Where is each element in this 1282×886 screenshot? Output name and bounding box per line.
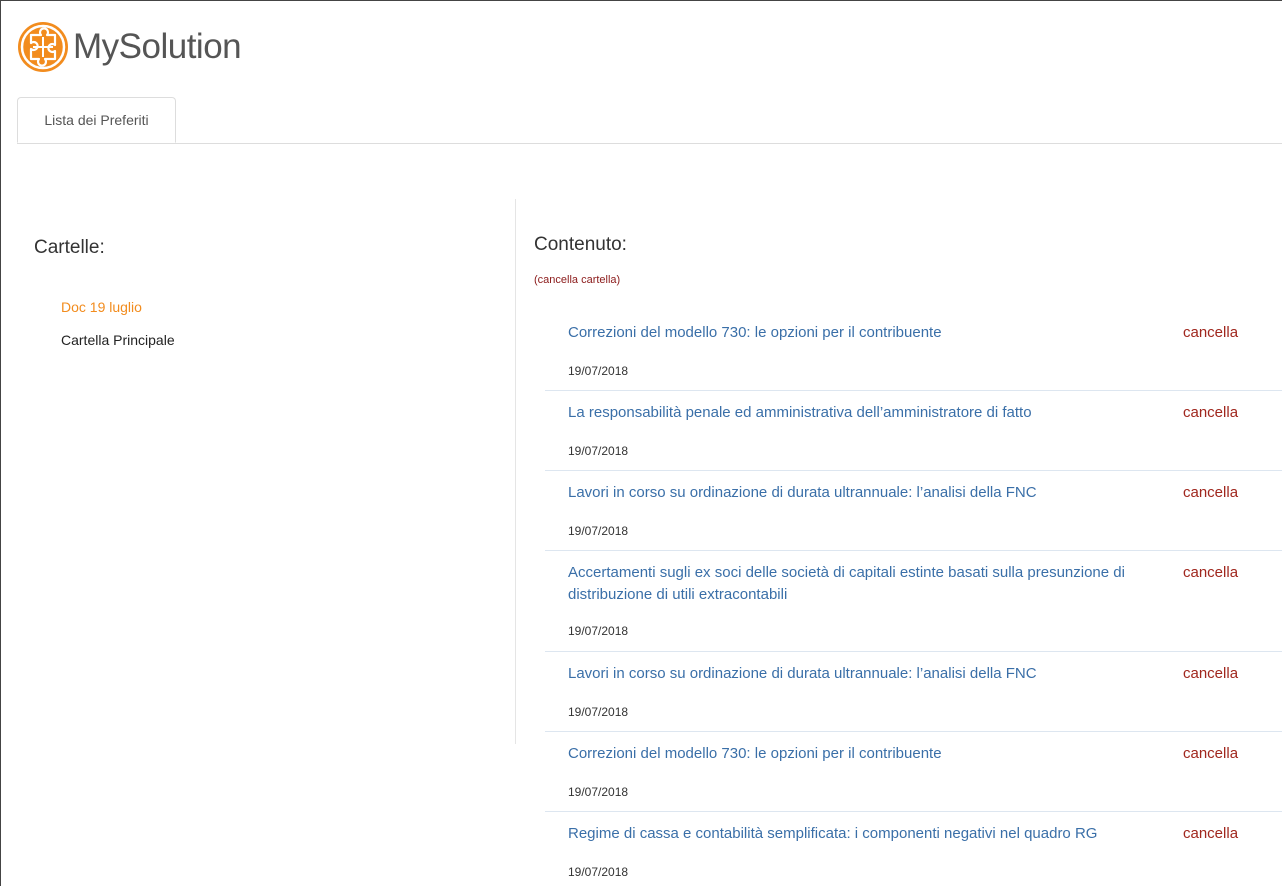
column-divider bbox=[515, 199, 516, 744]
list-item: La responsabilità penale ed amministrati… bbox=[545, 391, 1282, 471]
page-frame: MySolution Lista dei Preferiti Cartelle:… bbox=[0, 0, 1282, 886]
list-item: Correzioni del modello 730: le opzioni p… bbox=[545, 732, 1282, 812]
item-title-link[interactable]: Accertamenti sugli ex soci delle società… bbox=[568, 562, 1128, 606]
item-title-link[interactable]: Correzioni del modello 730: le opzioni p… bbox=[568, 322, 1128, 344]
puzzle-logo-icon bbox=[18, 22, 68, 72]
delete-item-link[interactable]: cancella bbox=[1183, 663, 1238, 685]
item-title-link[interactable]: Regime di cassa e contabilità semplifica… bbox=[568, 823, 1128, 845]
list-item: Regime di cassa e contabilità semplifica… bbox=[545, 812, 1282, 886]
item-date: 19/07/2018 bbox=[568, 624, 629, 638]
folder-item-doc-19-luglio[interactable]: Doc 19 luglio bbox=[61, 297, 175, 317]
delete-item-link[interactable]: cancella bbox=[1183, 743, 1238, 765]
list-item: Correzioni del modello 730: le opzioni p… bbox=[545, 311, 1282, 391]
list-item: Accertamenti sugli ex soci delle società… bbox=[545, 551, 1282, 652]
item-title-link[interactable]: Lavori in corso su ordinazione di durata… bbox=[568, 482, 1128, 504]
favorites-list: Correzioni del modello 730: le opzioni p… bbox=[545, 311, 1282, 886]
content-title: Contenuto: bbox=[534, 234, 627, 255]
delete-item-link[interactable]: cancella bbox=[1183, 562, 1238, 584]
delete-folder-link[interactable]: (cancella cartella) bbox=[534, 274, 620, 286]
delete-item-link[interactable]: cancella bbox=[1183, 402, 1238, 424]
brand-name: MySolution bbox=[73, 27, 242, 66]
content-panel: Contenuto: (cancella cartella) Correzion… bbox=[534, 201, 1282, 886]
list-item: Lavori in corso su ordinazione di durata… bbox=[545, 471, 1282, 551]
delete-item-link[interactable]: cancella bbox=[1183, 322, 1238, 344]
item-date: 19/07/2018 bbox=[568, 785, 629, 799]
folders-title: Cartelle: bbox=[34, 237, 105, 258]
item-date: 19/07/2018 bbox=[568, 364, 629, 378]
item-date: 19/07/2018 bbox=[568, 865, 629, 879]
delete-item-link[interactable]: cancella bbox=[1183, 823, 1238, 845]
tab-bar: Lista dei Preferiti bbox=[17, 97, 1282, 144]
folder-item-cartella-principale[interactable]: Cartella Principale bbox=[61, 330, 175, 350]
list-item: Lavori in corso su ordinazione di durata… bbox=[545, 652, 1282, 732]
item-date: 19/07/2018 bbox=[568, 524, 629, 538]
folders-panel: Cartelle: Doc 19 luglio Cartella Princip… bbox=[34, 201, 514, 743]
item-title-link[interactable]: Correzioni del modello 730: le opzioni p… bbox=[568, 743, 1128, 765]
item-title-link[interactable]: La responsabilità penale ed amministrati… bbox=[568, 402, 1128, 424]
item-date: 19/07/2018 bbox=[568, 444, 629, 458]
tab-lista-preferiti[interactable]: Lista dei Preferiti bbox=[17, 97, 176, 143]
item-date: 19/07/2018 bbox=[568, 705, 629, 719]
item-title-link[interactable]: Lavori in corso su ordinazione di durata… bbox=[568, 663, 1128, 685]
delete-item-link[interactable]: cancella bbox=[1183, 482, 1238, 504]
folder-list: Doc 19 luglio Cartella Principale bbox=[61, 297, 175, 363]
brand-logo[interactable]: MySolution bbox=[17, 21, 242, 73]
